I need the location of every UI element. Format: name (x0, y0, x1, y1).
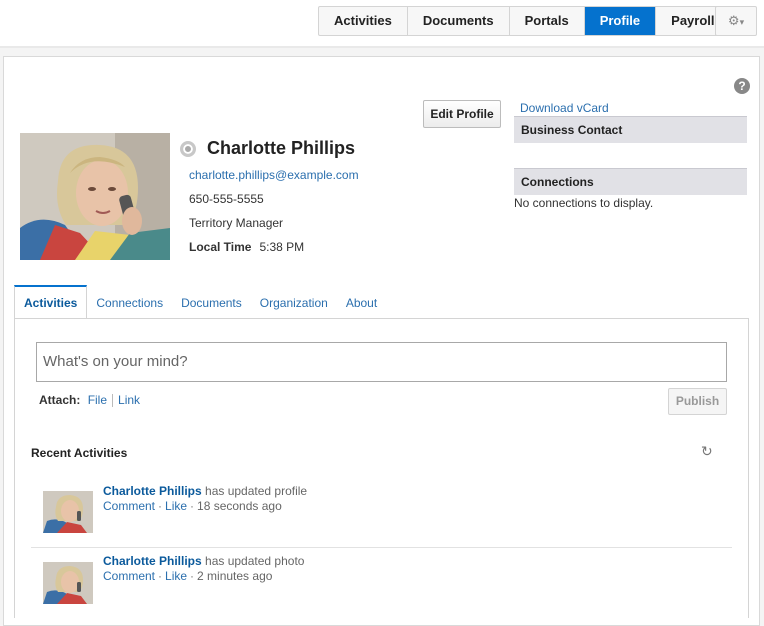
activity-avatar (43, 491, 93, 533)
activity-author-link[interactable]: Charlotte Phillips (103, 554, 202, 568)
attach-file-link[interactable]: File (88, 393, 107, 407)
profile-tabs: Activities Connections Documents Organiz… (14, 285, 386, 318)
profile-email-link[interactable]: charlotte.phillips@example.com (189, 168, 359, 182)
activity-author-link[interactable]: Charlotte Phillips (103, 484, 202, 498)
activity-timestamp: 2 minutes ago (197, 569, 273, 583)
question-icon[interactable]: ? (734, 78, 750, 94)
settings-menu-button[interactable]: ⚙▾ (715, 6, 757, 36)
activity-actions: Comment · Like · 2 minutes ago (103, 569, 272, 583)
activity-action-text: has updated photo (205, 554, 305, 568)
separator-dot: · (158, 499, 163, 513)
tab-organization[interactable]: Organization (251, 285, 337, 318)
comment-link[interactable]: Comment (103, 499, 155, 513)
like-link[interactable]: Like (165, 569, 187, 583)
refresh-icon[interactable]: ↻ (701, 444, 715, 458)
local-time-value: 5:38 PM (259, 240, 305, 254)
tab-documents[interactable]: Documents (172, 285, 251, 318)
separator-dot: · (190, 499, 195, 513)
recent-activities-heading: Recent Activities (31, 446, 128, 460)
attach-row: Attach: File Link (39, 393, 140, 408)
separator-dot: · (190, 569, 195, 583)
nav-tab-activities[interactable]: Activities (319, 7, 408, 35)
tab-activities[interactable]: Activities (14, 285, 88, 318)
gear-icon: ⚙ (727, 13, 740, 28)
business-contact-header: Business Contact (514, 116, 747, 143)
attach-link-link[interactable]: Link (118, 393, 140, 407)
connections-header: Connections (514, 168, 747, 195)
edit-profile-button[interactable]: Edit Profile (423, 100, 501, 128)
presence-status-icon (180, 141, 196, 157)
attach-divider (112, 394, 114, 408)
profile-phone: 650-555-5555 (189, 192, 264, 206)
activity-avatar (43, 562, 93, 604)
activity-actions: Comment · Like · 18 seconds ago (103, 499, 282, 513)
profile-local-time: Local Time 5:38 PM (189, 240, 304, 254)
activity-action-text: has updated profile (205, 484, 308, 498)
local-time-label: Local Time (189, 240, 252, 254)
profile-photo-image (20, 133, 170, 260)
like-link[interactable]: Like (165, 499, 187, 513)
main-nav: Activities Documents Portals Profile Pay… (318, 6, 731, 36)
chevron-down-icon: ▾ (739, 17, 745, 27)
publish-button[interactable]: Publish (668, 388, 727, 415)
top-bar-divider (0, 46, 764, 48)
tab-about[interactable]: About (337, 285, 386, 318)
activity-timestamp: 18 seconds ago (197, 499, 282, 513)
activity-item: Charlotte Phillips has updated profile (103, 484, 307, 498)
profile-job-title: Territory Manager (189, 216, 284, 230)
nav-tab-documents[interactable]: Documents (408, 7, 510, 35)
tab-connections[interactable]: Connections (87, 285, 172, 318)
separator-dot: · (158, 569, 163, 583)
download-vcard-link[interactable]: Download vCard (520, 101, 609, 115)
status-input[interactable]: What's on your mind? (36, 342, 727, 382)
comment-link[interactable]: Comment (103, 569, 155, 583)
attach-label: Attach: (39, 393, 81, 407)
activity-divider (31, 547, 732, 548)
nav-tab-portals[interactable]: Portals (510, 7, 585, 35)
no-connections-text: No connections to display. (514, 196, 654, 210)
activity-item: Charlotte Phillips has updated photo (103, 554, 304, 568)
profile-name: Charlotte Phillips (207, 138, 356, 158)
profile-photo (20, 133, 170, 260)
nav-tab-profile[interactable]: Profile (584, 7, 657, 35)
